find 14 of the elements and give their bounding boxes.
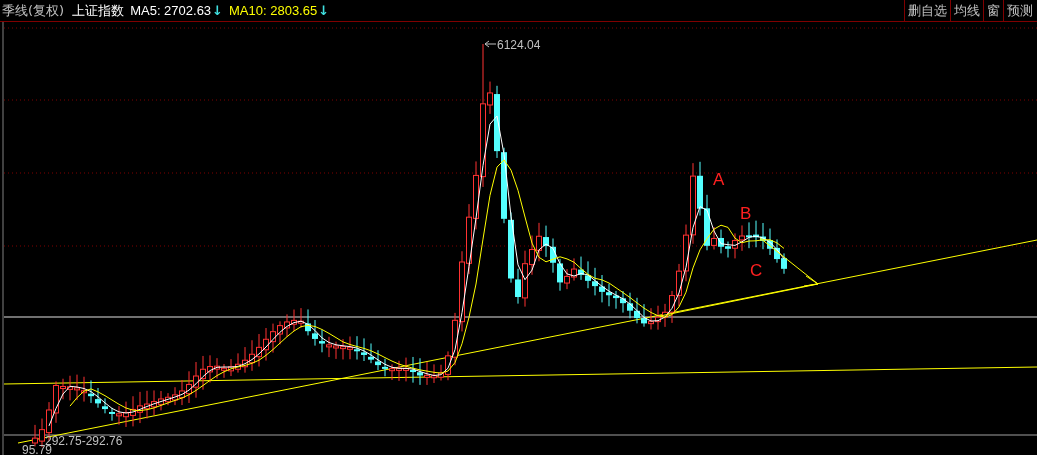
toolbar-button[interactable]: 窗 xyxy=(983,0,1003,21)
chart-marker-label: C xyxy=(750,261,763,280)
moving-average-value: MA5: 2702.63 xyxy=(130,1,212,20)
high-price-label: 6124.04 xyxy=(497,38,541,52)
moving-average-value: MA10: 2803.65 xyxy=(229,1,318,20)
trend-arrow-icon: ↓ xyxy=(212,0,223,21)
chart-period: 季线(复权) xyxy=(2,1,65,20)
index-name: 上证指数 xyxy=(72,1,125,20)
toolbar-button[interactable]: 均线 xyxy=(950,0,983,21)
trend-arrow-icon: ↓ xyxy=(318,0,330,21)
pointer-arrow xyxy=(484,40,497,48)
chart-marker-label: B xyxy=(740,204,752,223)
toolbar-button[interactable]: 删自选 xyxy=(904,0,950,21)
chart-marker-label: A xyxy=(713,170,725,189)
